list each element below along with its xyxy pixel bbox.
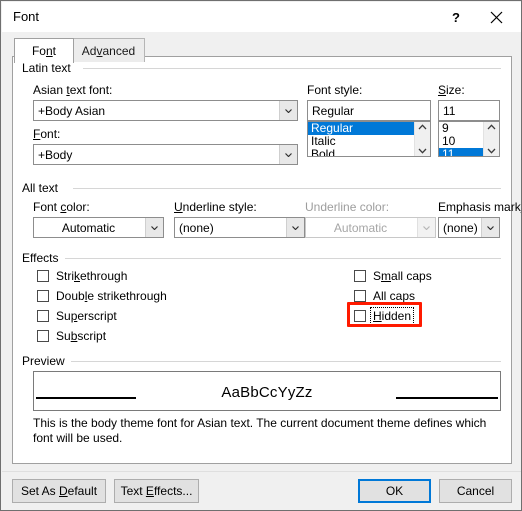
checkbox-box[interactable] <box>37 290 49 302</box>
set-as-default-label: Set As Default <box>20 484 98 498</box>
checkbox-all-caps[interactable]: All caps <box>354 288 415 304</box>
ok-label: OK <box>385 484 404 498</box>
tab-advanced[interactable]: Advanced <box>72 38 145 62</box>
set-as-default-button[interactable]: Set As Default <box>12 479 106 503</box>
list-item[interactable]: Italic <box>308 135 414 148</box>
checkbox-label: Strikethrough <box>56 269 128 283</box>
group-label-effects: Effects <box>22 251 65 265</box>
chevron-down-icon[interactable] <box>279 145 297 164</box>
preview-box: AaBbCcYyZz <box>33 371 501 411</box>
group-rule-all-text <box>73 188 501 189</box>
font-combo[interactable]: +Body <box>33 144 298 165</box>
label-underline-style: Underline style: <box>174 200 257 214</box>
emphasis-mark-value: (none) <box>443 220 478 235</box>
text-effects-label: Text Effects... <box>120 484 193 498</box>
checkbox-superscript[interactable]: Superscript <box>37 308 117 324</box>
group-label-all-text: All text <box>22 181 65 195</box>
checkbox-label: Superscript <box>56 309 117 323</box>
checkbox-box[interactable] <box>354 290 366 302</box>
preview-note: This is the body theme font for Asian te… <box>33 416 487 445</box>
underline-color-value: Automatic <box>333 220 388 235</box>
checkbox-box[interactable] <box>37 310 49 322</box>
list-item[interactable]: Regular <box>308 122 414 135</box>
underline-style-combo[interactable]: (none) <box>174 217 305 238</box>
size-input[interactable]: 11 <box>438 100 500 121</box>
checkbox-subscript[interactable]: Subscript <box>37 328 106 344</box>
cancel-button[interactable]: Cancel <box>439 479 512 503</box>
label-font-style: Font style: <box>307 83 363 97</box>
font-color-value: Automatic <box>61 220 116 235</box>
group-label-latin-text: Latin text <box>22 61 77 75</box>
asian-text-font-combo[interactable]: +Body Asian <box>33 100 298 121</box>
ok-button[interactable]: OK <box>358 479 431 503</box>
group-rule-effects <box>65 258 501 259</box>
label-emphasis-mark: Emphasis mark: <box>438 200 521 214</box>
list-item[interactable]: Bold <box>308 148 414 156</box>
size-listbox[interactable]: 9 10 11 <box>438 121 500 157</box>
chevron-down-icon[interactable] <box>145 218 163 237</box>
label-asian-text-font: Asian text font: <box>33 83 113 97</box>
scroll-down-icon[interactable] <box>418 148 427 154</box>
footer-divider <box>2 471 521 472</box>
font-style-options: Regular Italic Bold <box>308 122 414 156</box>
checkbox-label: All caps <box>373 289 416 303</box>
label-underline-color: Underline color: <box>305 200 390 214</box>
size-options: 9 10 11 <box>439 122 483 156</box>
preview-sample-text: AaBbCcYyZz <box>221 384 313 401</box>
label-size: Size: <box>438 83 465 97</box>
font-color-combo[interactable]: Automatic <box>33 217 164 238</box>
cancel-label: Cancel <box>456 484 495 498</box>
size-scrollbar[interactable] <box>483 122 499 156</box>
asian-text-font-value: +Body Asian <box>38 103 106 118</box>
group-rule-preview <box>71 361 501 362</box>
text-effects-button[interactable]: Text Effects... <box>114 479 199 503</box>
help-icon[interactable]: ? <box>438 3 474 31</box>
emphasis-mark-combo[interactable]: (none) <box>438 217 500 238</box>
underline-style-value: (none) <box>179 220 214 235</box>
close-icon[interactable] <box>478 3 514 31</box>
checkbox-label: Subscript <box>56 329 107 343</box>
chevron-down-icon[interactable] <box>286 218 304 237</box>
font-tab-panel: Latin text Asian text font: +Body Asian … <box>12 56 521 464</box>
font-style-input[interactable]: Regular <box>307 100 431 121</box>
scroll-up-icon[interactable] <box>487 124 496 130</box>
checkbox-label: Double strikethrough <box>56 289 167 303</box>
window-title: Font <box>13 9 40 24</box>
font-value: +Body <box>38 147 73 162</box>
scroll-up-icon[interactable] <box>418 124 427 130</box>
checkbox-label: Small caps <box>373 269 432 283</box>
tab-advanced-label: Advanced <box>81 43 136 58</box>
font-style-scrollbar[interactable] <box>414 122 430 156</box>
label-font-color: Font color: <box>33 200 90 214</box>
list-item[interactable]: 9 <box>439 122 483 135</box>
label-font: Font: <box>33 127 61 141</box>
chevron-down-icon[interactable] <box>481 218 499 237</box>
list-item[interactable]: 11 <box>439 148 483 156</box>
checkbox-strikethrough[interactable]: Strikethrough <box>37 268 127 284</box>
checkbox-double-strikethrough[interactable]: Double strikethrough <box>37 288 167 304</box>
checkbox-box[interactable] <box>37 330 49 342</box>
underline-color-combo: Automatic <box>305 217 436 238</box>
chevron-down-icon <box>417 218 435 237</box>
scroll-down-icon[interactable] <box>487 148 496 154</box>
title-bar: Font ? <box>2 2 521 32</box>
checkbox-label: Hidden <box>369 307 415 325</box>
checkbox-box[interactable] <box>354 270 366 282</box>
group-label-preview: Preview <box>22 354 71 368</box>
tab-font[interactable]: Font <box>14 38 74 63</box>
checkbox-box[interactable] <box>37 270 49 282</box>
font-dialog: Font ? Font Advanced Latin text Asian te… <box>0 0 522 511</box>
checkbox-hidden[interactable]: Hidden <box>354 307 415 325</box>
font-style-listbox[interactable]: Regular Italic Bold <box>307 121 431 157</box>
checkbox-box[interactable] <box>354 310 366 322</box>
tab-font-label: Font <box>31 44 57 58</box>
checkbox-small-caps[interactable]: Small caps <box>354 268 432 284</box>
group-rule-latin-text <box>83 68 501 69</box>
chevron-down-icon[interactable] <box>279 101 297 120</box>
list-item[interactable]: 10 <box>439 135 483 148</box>
